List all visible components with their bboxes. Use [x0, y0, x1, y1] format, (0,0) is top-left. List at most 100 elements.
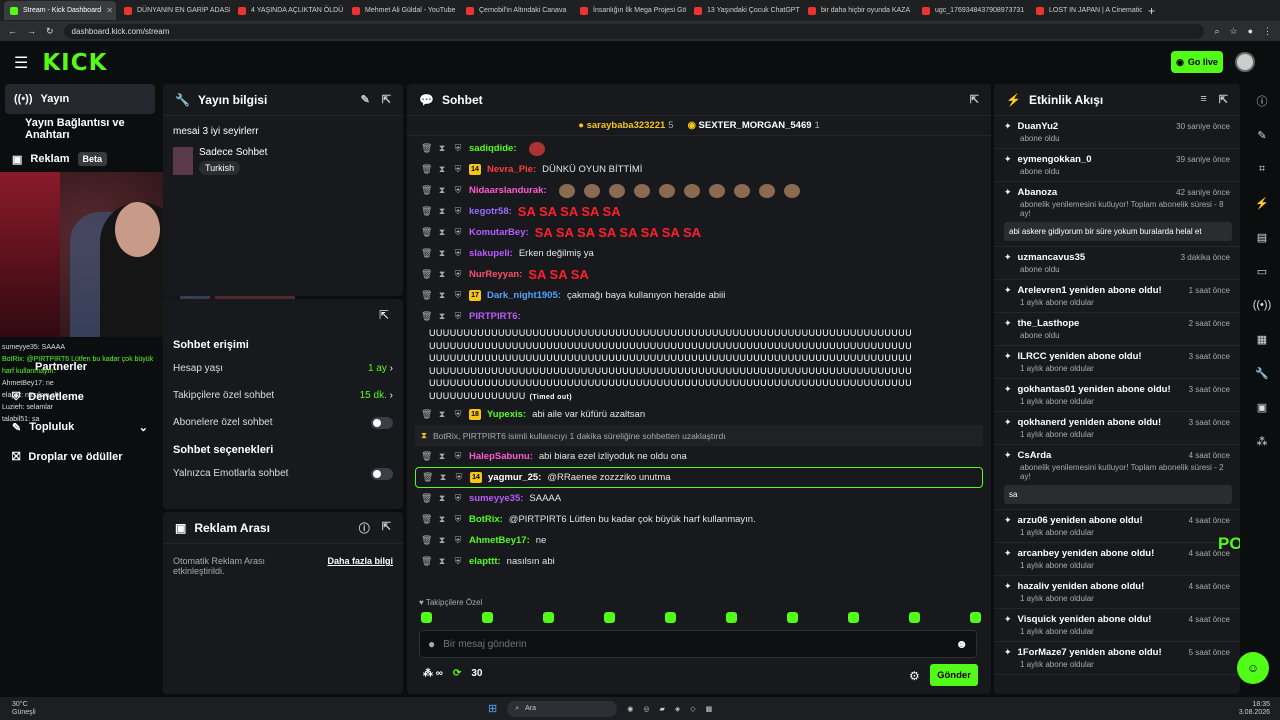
chat-username[interactable]: sadiqdide:: [469, 143, 517, 154]
chat-username[interactable]: elapttt:: [469, 556, 501, 567]
message-input[interactable]: [443, 638, 948, 650]
ban-icon[interactable]: ⛨: [453, 409, 463, 420]
chat-message[interactable]: 🗑 ⧗ ⛨ 17 Dark_night1905: çakmağı baya kullanı…: [415, 285, 983, 306]
browser-tab[interactable]: LOST IN JAPAN | A Cinematic✕: [1030, 1, 1142, 20]
layout-icon[interactable]: ▣: [1247, 390, 1277, 424]
delete-icon[interactable]: 🗑: [421, 248, 432, 259]
chat-username[interactable]: slakupeli:: [469, 248, 513, 259]
chat-message[interactable]: 🗑 ⧗ ⛨ Nidaarslandurak:: [415, 180, 983, 201]
popout-icon[interactable]: ⇱: [382, 520, 391, 536]
top-gifter[interactable]: ◉ SEXTER_MORGAN_5469 1: [688, 120, 820, 131]
profile-icon[interactable]: ●: [1248, 26, 1253, 36]
broadcast-icon[interactable]: ((•)): [1247, 288, 1277, 322]
chat-message[interactable]: 🗑 ⧗ ⛨ AhmetBey17: ne: [415, 530, 983, 551]
infinite-points-icon[interactable]: ⁂ ∞: [423, 668, 443, 679]
top-gifter[interactable]: ● saraybaba323221 5: [578, 120, 673, 131]
support-chat-button[interactable]: ☺: [1237, 652, 1269, 684]
activity-item[interactable]: ✦ hazaliv yeniden abone oldu! 4 saat önce 1…: [994, 576, 1240, 609]
timeout-icon[interactable]: ⧗: [437, 535, 447, 546]
info-icon[interactable]: ⓘ: [1247, 84, 1277, 118]
browser-tab[interactable]: ugc_1769348437908973731✕: [916, 1, 1028, 20]
activity-item[interactable]: ✦ ILRCC yeniden abone oldu! 3 saat önce 1 a…: [994, 346, 1240, 379]
chat-input[interactable]: ●☻: [419, 630, 977, 658]
activity-item[interactable]: ✦ arcanbey yeniden abone oldu! 4 saat önce…: [994, 543, 1240, 576]
timeout-icon[interactable]: ⧗: [437, 164, 447, 175]
delete-icon[interactable]: 🗑: [421, 311, 432, 322]
activity-item[interactable]: ✦ uzmancavus35 3 dakika önce abone oldu: [994, 247, 1240, 280]
close-icon[interactable]: ✕: [106, 6, 113, 15]
ban-icon[interactable]: ⛨: [453, 290, 463, 301]
steam-icon[interactable]: ◎: [643, 705, 649, 713]
ban-icon[interactable]: ⛨: [453, 535, 463, 546]
popout-icon[interactable]: ⇱: [970, 93, 979, 106]
emote-icon[interactable]: [482, 612, 493, 623]
emote-only-toggle[interactable]: [371, 467, 393, 480]
chat-message[interactable]: 🗑 ⧗ ⛨ NurReyyan: SA SA SA: [415, 264, 983, 285]
bookmark-star-icon[interactable]: ☆: [1229, 26, 1237, 37]
emote-icon[interactable]: [909, 612, 920, 623]
ban-icon[interactable]: ⛨: [453, 556, 463, 567]
ban-icon[interactable]: ⛨: [453, 227, 463, 238]
browser-tab[interactable]: 13 Yaşındaki Çocuk ChatGPT✕: [688, 1, 800, 20]
taskbar-search[interactable]: ⌕ Ara: [507, 700, 618, 717]
ban-icon[interactable]: ⛨: [453, 269, 463, 280]
ban-icon[interactable]: ⛨: [454, 472, 464, 483]
menu-dots-icon[interactable]: ⋮: [1263, 26, 1272, 37]
ban-icon[interactable]: ⛨: [453, 206, 463, 217]
subs-only-toggle[interactable]: [371, 416, 393, 429]
browser-tab[interactable]: Mehmet Ali Güldal - YouTube✕: [346, 1, 458, 20]
chat-message[interactable]: 🗑 ⧗ ⛨ slakupeli: Erken değilmiş ya: [415, 243, 983, 264]
chat-username[interactable]: sumeyye35:: [469, 493, 523, 504]
activity-item[interactable]: ✦ Abanoza 42 saniye önce abonelik yenilemes…: [994, 182, 1240, 247]
chat-username[interactable]: yagmur_25:: [488, 472, 541, 483]
document-icon[interactable]: ▤: [1247, 220, 1277, 254]
delete-icon[interactable]: 🗑: [421, 164, 432, 175]
crop-icon[interactable]: ⌗: [1247, 152, 1277, 186]
emote-icon[interactable]: [421, 612, 432, 623]
timeout-icon[interactable]: ⧗: [437, 493, 447, 504]
activity-item[interactable]: ✦ Arelevren1 yeniden abone oldu! 1 saat ön…: [994, 280, 1240, 313]
chat-message[interactable]: 🗑 ⧗ ⛨ 14 yagmur_25: @RRaenee zozzziko unutma: [415, 467, 983, 488]
browser-tab[interactable]: İnsanlığın İlk Mega Projesi Gö ✕: [574, 1, 686, 20]
chat-username[interactable]: AhmetBey17:: [469, 535, 530, 546]
delete-icon[interactable]: 🗑: [421, 206, 432, 217]
edit-icon[interactable]: ✎: [361, 93, 370, 106]
chat-icon[interactable]: ▭: [1247, 254, 1277, 288]
app-icon[interactable]: ◇: [690, 705, 695, 713]
clock[interactable]: 18:35 3.08.2026: [1239, 701, 1270, 717]
filter-icon[interactable]: ≡: [1200, 93, 1206, 106]
discord-icon[interactable]: ◈: [675, 705, 680, 713]
delete-icon[interactable]: 🗑: [421, 409, 432, 420]
followers-only-row[interactable]: Takipçilere özel sohbet 15 dk. ›: [163, 382, 403, 409]
chat-username[interactable]: PIRTPIRT6:: [469, 311, 521, 322]
delete-icon[interactable]: 🗑: [421, 269, 432, 280]
url-field[interactable]: dashboard.kick.com/stream: [63, 23, 1205, 39]
delete-icon[interactable]: 🗑: [421, 556, 432, 567]
browser-tab[interactable]: bir daha hiçbir oyunda KAZA✕: [802, 1, 914, 20]
timeout-icon[interactable]: ⧗: [437, 451, 447, 462]
chat-username[interactable]: Nevra_Pie:: [487, 164, 536, 175]
timeout-icon[interactable]: ⧗: [437, 206, 447, 217]
send-button[interactable]: Gönder: [930, 664, 978, 686]
chat-message[interactable]: 🗑 ⧗ ⛨ BotRix: @PIRTPIRT6 Lütfen bu kadar çok…: [415, 509, 983, 530]
chat-message[interactable]: 🗑 ⧗ ⛨ elapttt: nasılsın abi: [415, 551, 983, 572]
ban-icon[interactable]: ⛨: [453, 311, 463, 322]
reload-icon[interactable]: ↻: [46, 26, 54, 37]
chrome-icon[interactable]: ◉: [627, 705, 633, 713]
emote-icon[interactable]: [726, 612, 737, 623]
browser-tab[interactable]: DÜNYANIN EN GARİP ADASI✕: [118, 1, 230, 20]
ban-icon[interactable]: ⛨: [453, 451, 463, 462]
chat-username[interactable]: HalepSabunu:: [469, 451, 533, 462]
activity-item[interactable]: ✦ gokhantas01 yeniden abone oldu! 3 saat ö…: [994, 379, 1240, 412]
delete-icon[interactable]: 🗑: [422, 472, 433, 483]
delete-icon[interactable]: 🗑: [421, 227, 432, 238]
timeout-icon[interactable]: ⧗: [437, 514, 447, 525]
chat-username[interactable]: kegotr58:: [469, 206, 512, 217]
ban-icon[interactable]: ⛨: [453, 514, 463, 525]
hamburger-menu-icon[interactable]: ☰: [14, 53, 28, 73]
new-tab-icon[interactable]: +: [1148, 4, 1155, 18]
chat-message[interactable]: 🗑 ⧗ ⛨ kegotr58: SA SA SA SA SA: [415, 201, 983, 222]
back-icon[interactable]: ←: [8, 26, 17, 36]
learn-more-link[interactable]: Daha fazla bilgi: [327, 556, 393, 576]
delete-icon[interactable]: 🗑: [421, 451, 432, 462]
